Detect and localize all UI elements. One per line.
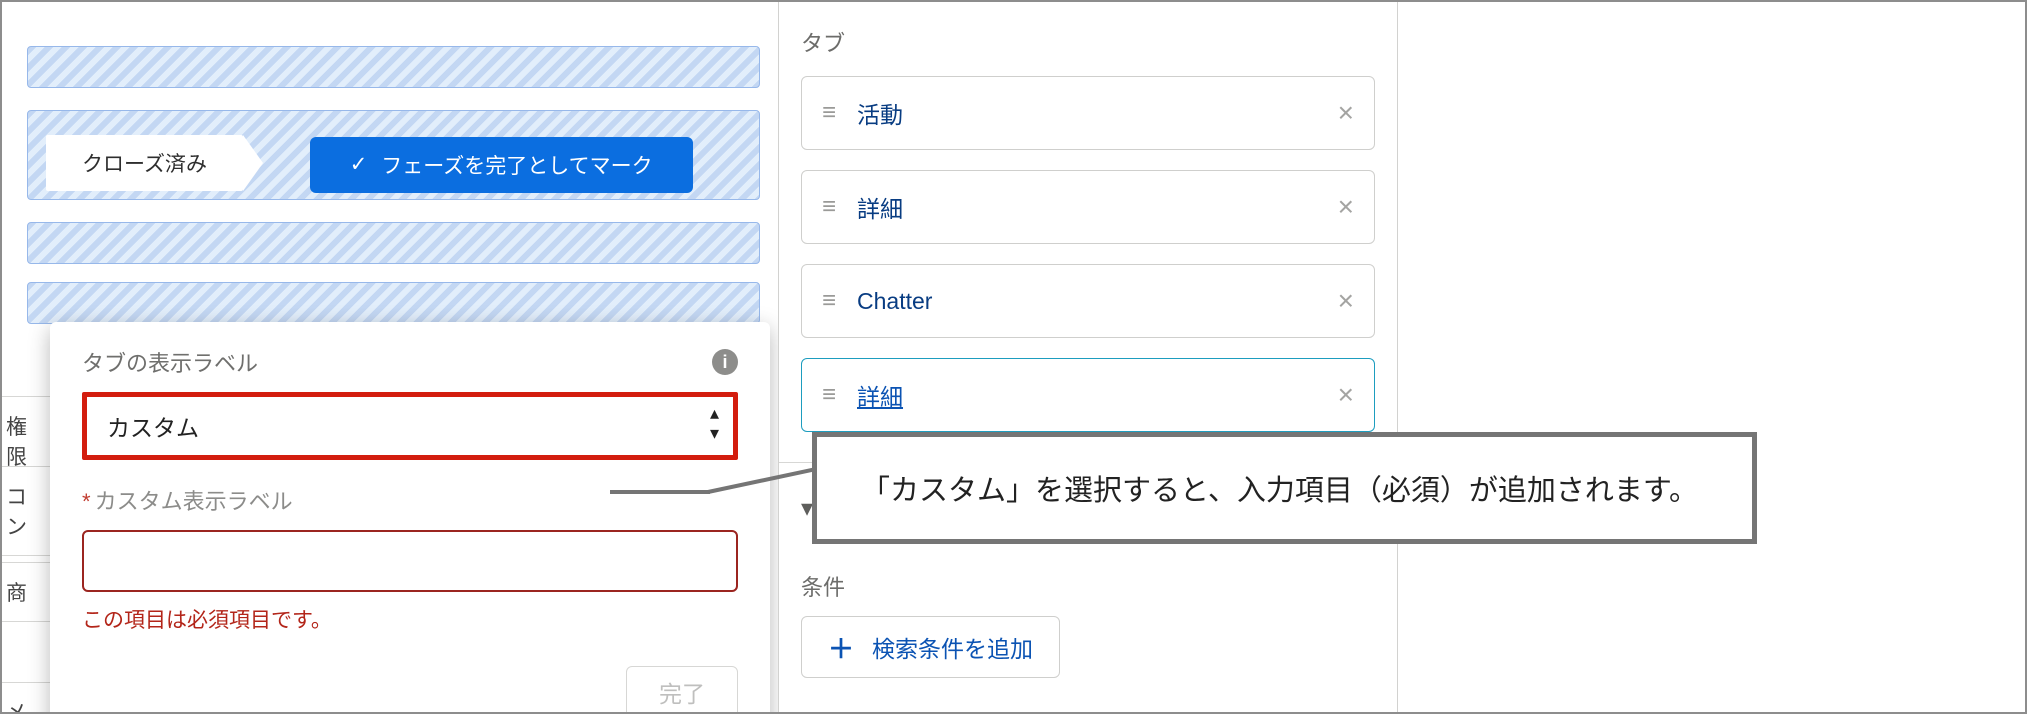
component-placeholder[interactable] <box>27 222 760 264</box>
tab-item[interactable]: ≡ 詳細 × <box>801 358 1375 432</box>
remove-tab-icon[interactable]: × <box>1338 97 1354 129</box>
tab-item-label: Chatter <box>857 288 932 315</box>
modal-title: タブの表示ラベル <box>82 346 258 378</box>
component-placeholder[interactable] <box>27 46 760 88</box>
tab-item-label: 詳細 <box>857 378 903 412</box>
tabs-list: ≡ 活動 × ≡ 詳細 × ≡ Chatter × ≡ 詳細 × <box>801 76 1375 432</box>
mark-phase-complete-button[interactable]: ✓ フェーズを完了としてマーク <box>310 137 693 193</box>
sidebar-fragment: 商 <box>2 562 50 622</box>
drag-handle-icon[interactable]: ≡ <box>822 381 835 409</box>
tab-label-modal: タブの表示ラベル i カスタム ▴▾ *カスタム表示ラベル この項目は必須項目で… <box>50 322 770 714</box>
required-error-message: この項目は必須項目です。 <box>82 604 738 634</box>
remove-tab-icon[interactable]: × <box>1338 285 1354 317</box>
annotation-callout: 「カスタム」を選択すると、入力項目（必須）が追加されます。 <box>812 432 1757 544</box>
info-icon[interactable]: i <box>712 349 738 375</box>
drag-handle-icon[interactable]: ≡ <box>822 99 835 127</box>
drag-handle-icon[interactable]: ≡ <box>822 193 835 221</box>
done-button[interactable]: 完了 <box>626 666 738 714</box>
canvas-area: クローズ済み ✓ フェーズを完了としてマーク 権限 コン 商 メ タブの表示ラベ… <box>2 2 772 712</box>
add-filter-label: 検索条件を追加 <box>872 630 1033 664</box>
plus-icon: ＋ <box>828 629 854 666</box>
mark-phase-complete-label: フェーズを完了としてマーク <box>381 150 652 180</box>
tab-label-select-value: カスタム <box>107 409 199 443</box>
tabs-heading: タブ <box>801 26 1375 58</box>
check-icon: ✓ <box>350 152 368 177</box>
properties-panel: タブ ≡活動×≡詳細×≡Chatter×≡詳細× ▾ コンポーネントの表示を設定… <box>778 2 1398 712</box>
tab-item[interactable]: ≡ 活動 × <box>801 76 1375 150</box>
custom-label-input[interactable] <box>82 530 738 592</box>
sidebar-fragment: コン <box>2 466 50 556</box>
callout-connector <box>610 490 710 494</box>
add-filter-button[interactable]: ＋ 検索条件を追加 <box>801 616 1060 678</box>
app-root: クローズ済み ✓ フェーズを完了としてマーク 権限 コン 商 メ タブの表示ラベ… <box>0 0 2027 714</box>
required-mark: * <box>82 489 91 514</box>
path-component[interactable]: クローズ済み ✓ フェーズを完了としてマーク <box>27 110 760 200</box>
component-placeholder[interactable] <box>27 282 760 324</box>
tab-label-select[interactable]: カスタム ▴▾ <box>82 392 738 460</box>
drag-handle-icon[interactable]: ≡ <box>822 287 835 315</box>
tab-item[interactable]: ≡ Chatter × <box>801 264 1375 338</box>
done-button-label: 完了 <box>659 675 705 709</box>
custom-label-title: *カスタム表示ラベル <box>82 484 738 516</box>
phase-closed-label: クローズ済み <box>82 148 207 178</box>
remove-tab-icon[interactable]: × <box>1338 191 1354 223</box>
tab-item-label: 詳細 <box>857 190 903 224</box>
annotation-text: 「カスタム」を選択すると、入力項目（必須）が追加されます。 <box>861 467 1698 509</box>
remove-tab-icon[interactable]: × <box>1338 379 1354 411</box>
sidebar-fragment: メ <box>2 682 50 714</box>
tab-item-label: 活動 <box>857 96 903 130</box>
stepper-icon[interactable]: ▴▾ <box>710 403 719 443</box>
conditions-heading: 条件 <box>801 570 1375 602</box>
phase-closed-chip[interactable]: クローズ済み <box>46 135 243 191</box>
tab-item[interactable]: ≡ 詳細 × <box>801 170 1375 244</box>
